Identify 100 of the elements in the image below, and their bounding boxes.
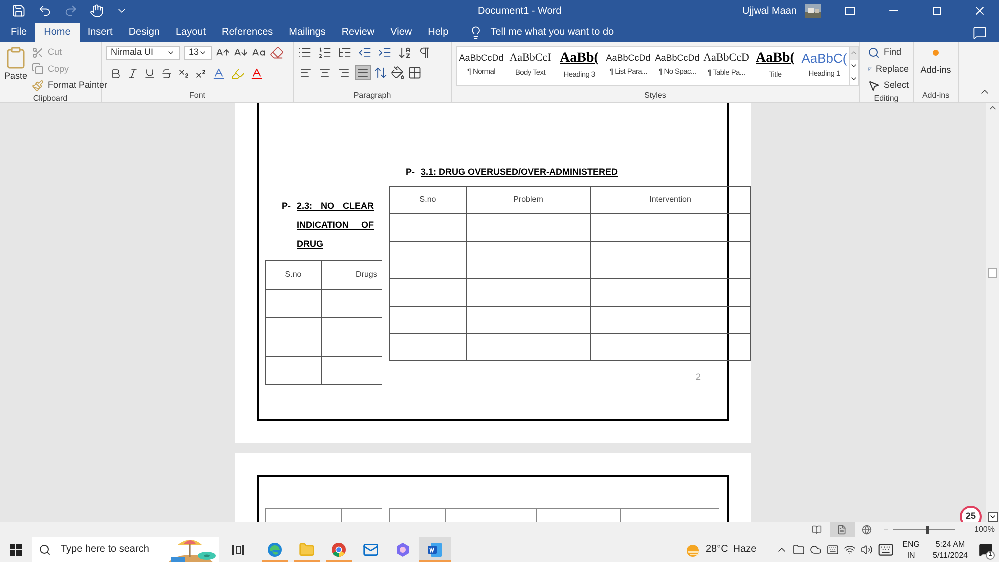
align-center-icon: [319, 66, 331, 78]
cloud-icon[interactable]: [810, 544, 822, 556]
language-indicator[interactable]: IN: [907, 550, 916, 560]
ribbon-tab[interactable]: Review: [334, 23, 383, 42]
increase-indent-icon[interactable]: [378, 46, 392, 60]
search-icon: [868, 46, 880, 59]
shading-icon[interactable]: [391, 66, 405, 80]
format-painter-button[interactable]: Format Painter: [32, 79, 108, 92]
redo-icon[interactable]: [64, 4, 78, 18]
web-view-icon: [862, 524, 872, 534]
replace-button[interactable]: Replace: [868, 62, 909, 76]
group-label: Clipboard: [33, 92, 68, 104]
volume-icon[interactable]: [860, 544, 873, 556]
close-icon[interactable]: [973, 4, 987, 18]
edge-icon[interactable]: [267, 542, 283, 558]
vertical-scrollbar[interactable]: [986, 103, 999, 522]
search-field[interactable]: Type here to search: [32, 537, 219, 562]
touch-mode-icon[interactable]: [90, 4, 104, 18]
eraser-icon[interactable]: [270, 46, 284, 60]
dropdown-icon: [167, 49, 175, 57]
ribbon-tab[interactable]: File: [3, 23, 36, 42]
strikethrough-icon[interactable]: [161, 68, 173, 80]
dropdown-icon: [199, 49, 207, 57]
scroll-thumb[interactable]: [988, 268, 997, 278]
notification-badge: 25: [960, 506, 982, 522]
ribbon-tab[interactable]: Help: [420, 23, 457, 42]
font-name-field[interactable]: Nirmala UI: [106, 46, 180, 60]
add-ins-button[interactable]: Add-ins: [918, 46, 954, 78]
chrome-icon[interactable]: [331, 542, 347, 558]
scroll-down-icon[interactable]: [988, 512, 998, 522]
scissors-icon: [32, 46, 44, 59]
heading-prefix: P-: [406, 166, 415, 179]
pilcrow-icon[interactable]: [418, 46, 432, 60]
table-header: S.no: [390, 186, 466, 213]
ribbon-tab[interactable]: Design: [120, 23, 168, 42]
ribbon-display-icon[interactable]: [845, 7, 855, 15]
zoom-level: 100%: [974, 524, 995, 536]
paintbrush-icon: [32, 80, 44, 92]
copy-icon: [32, 63, 44, 76]
italic-icon[interactable]: [127, 68, 139, 80]
tell-me-field[interactable]: Tell me what you want to do: [490, 25, 614, 40]
print-view-icon: [837, 524, 848, 534]
group-label: Add-ins: [922, 90, 950, 102]
group-label: Font: [189, 90, 206, 102]
ribbon-tab[interactable]: View: [382, 23, 420, 42]
ribbon-tab[interactable]: Layout: [168, 23, 214, 42]
superscript-icon[interactable]: [195, 68, 207, 80]
group-label: Paragraph: [354, 90, 392, 102]
align-left-icon: [300, 66, 312, 78]
clock-date[interactable]: 5/11/2024: [933, 550, 968, 560]
align-justify-icon: [357, 66, 369, 78]
bold-icon[interactable]: [110, 68, 122, 80]
heading-prefix: P-: [282, 200, 291, 213]
font-color-icon[interactable]: [250, 67, 264, 81]
windows-start-icon[interactable]: [10, 544, 22, 556]
find-button[interactable]: Find: [868, 46, 909, 60]
underline-icon[interactable]: [144, 68, 156, 80]
zoom-slider[interactable]: [892, 526, 955, 534]
print-view-button[interactable]: [830, 522, 855, 537]
align-justify-button[interactable]: [355, 65, 371, 80]
numbering-icon[interactable]: [318, 46, 332, 60]
copilot-icon[interactable]: [395, 542, 411, 558]
restore-icon[interactable]: [933, 7, 941, 15]
weather-temperature: 28°C: [706, 543, 728, 557]
weather-condition: Haze: [733, 543, 757, 557]
ribbon-tab[interactable]: Insert: [80, 23, 121, 42]
text-effects-icon[interactable]: [212, 67, 226, 81]
ribbon-tab[interactable]: References: [214, 23, 282, 42]
word-icon[interactable]: [427, 542, 443, 558]
window-title: Document1 - Word: [478, 4, 562, 18]
save-icon[interactable]: [12, 4, 26, 18]
keyboard-icon[interactable]: [878, 542, 894, 558]
table-header: Intervention: [590, 186, 750, 213]
read-view-icon: [812, 524, 822, 534]
ribbon-tab[interactable]: Home: [35, 23, 80, 42]
zoom-out-button[interactable]: −: [884, 524, 889, 536]
subscript-icon[interactable]: [178, 68, 190, 80]
sort-icon[interactable]: [398, 46, 412, 60]
undo-icon[interactable]: [38, 4, 52, 18]
table-header: Problem: [466, 186, 590, 213]
mail-icon[interactable]: [363, 542, 379, 558]
paste-button[interactable]: Paste: [4, 46, 28, 92]
language-indicator[interactable]: ENG: [902, 538, 920, 550]
borders-icon[interactable]: [408, 66, 422, 80]
group-label: Styles: [644, 90, 666, 102]
decrease-indent-icon[interactable]: [358, 46, 372, 60]
task-view-icon[interactable]: [232, 544, 244, 554]
section-heading: 3.1: DRUG OVERUSED/OVER-ADMINISTERED: [421, 166, 618, 179]
clock-time[interactable]: 5:24 AM: [936, 538, 966, 550]
user-name: Ujjwal Maan: [742, 4, 797, 18]
align-right-icon: [338, 66, 350, 78]
line-spacing-icon[interactable]: [374, 66, 388, 80]
group-label: Editing: [874, 92, 899, 104]
font-size-field[interactable]: 13: [184, 46, 212, 60]
page-number: 2: [696, 372, 701, 382]
wifi-icon[interactable]: [844, 544, 856, 556]
multilevel-list-icon[interactable]: [338, 46, 352, 60]
select-button[interactable]: Select: [868, 79, 909, 92]
ribbon-tab[interactable]: Mailings: [281, 23, 334, 42]
comments-icon[interactable]: [973, 26, 987, 40]
